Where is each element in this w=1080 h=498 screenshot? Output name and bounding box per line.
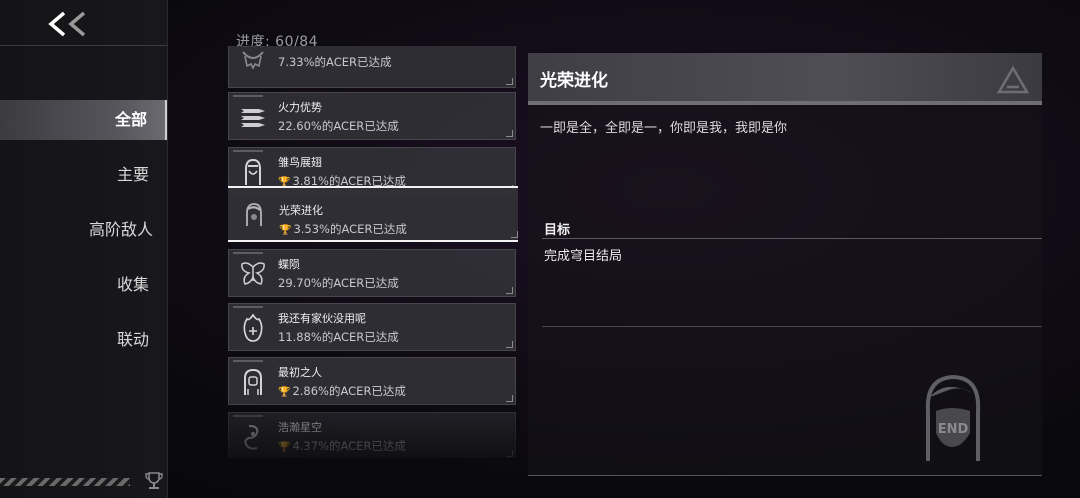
faded-emblem-icon [242,51,264,70]
category-collab-label: 联动 [116,330,149,349]
hazard-stripe-decoration [0,478,130,486]
card-corner [506,341,513,348]
achievement-percent: 7.33%的ACER已达成 [278,55,392,69]
achievement-name: 最初之人 [278,366,322,379]
card-corner [506,395,513,402]
achievement-name: 浩瀚星空 [278,421,322,434]
head-portrait-icon [246,203,262,226]
category-collection[interactable]: 收集 [0,265,167,305]
achievement-name: 光荣进化 [279,204,323,217]
small-trophy-icon: 🏆 [278,442,291,453]
achievement-name: 蝶陨 [278,258,300,271]
achievement-percent-text: 4.37%的ACER已达成 [292,439,406,453]
achievement-list[interactable]: 7.33%的ACER已达成 火力优势 22.60%的ACER已达成 雏鸟展翅 🏆… [228,46,518,458]
achievement-name: 雏鸟展翅 [278,156,322,169]
achievement-card[interactable]: 蝶陨 29.70%的ACER已达成 [228,249,516,297]
category-main[interactable]: 主要 [0,155,167,195]
missiles-icon [241,109,265,127]
card-corner [506,450,513,457]
detail-title: 光荣进化 [540,71,608,91]
long-hair-portrait-icon [244,368,262,395]
card-tag [233,360,263,362]
achievement-card[interactable]: 我还有家伙没用呢 11.88%的ACER已达成 [228,303,516,351]
head-portrait-large-icon: END [925,374,981,461]
card-tag [233,306,263,308]
detail-divider [542,326,1042,327]
detail-header: 光荣进化 [528,53,1042,103]
achievement-percent: 🏆 4.37%的ACER已达成 [278,438,406,454]
category-advanced-enemies-label: 高阶敌人 [88,220,153,239]
category-main-label: 主要 [116,165,149,184]
achievement-card[interactable]: 浩瀚星空 🏆 4.37%的ACER已达成 [228,412,516,458]
category-all-label: 全部 [114,110,147,129]
triangle-logo-icon [996,65,1030,94]
achievement-percent-text: 2.86%的ACER已达成 [292,384,406,398]
achievement-name: 火力优势 [278,101,322,114]
goal-divider [542,238,1042,239]
achievement-percent: 🏆 2.86%的ACER已达成 [278,383,406,399]
helmet-girl-icon [245,158,261,185]
achievement-name: 我还有家伙没用呢 [278,312,366,325]
card-tag [233,252,263,254]
sidebar-divider [0,45,167,46]
card-corner [506,78,513,85]
detail-header-bar [528,101,1042,105]
achievement-card[interactable]: 火力优势 22.60%的ACER已达成 [228,92,516,140]
achievement-percent: 🏆 3.53%的ACER已达成 [279,221,407,237]
achievement-percent: 11.88%的ACER已达成 [278,330,399,344]
category-sidebar: 全部 主要 高阶敌人 收集 联动 [0,0,168,498]
achievement-card-selected[interactable]: 光荣进化 🏆 3.53%的ACER已达成 [228,186,518,242]
double-chevron-left-icon [48,11,86,37]
achievement-percent: 29.70%的ACER已达成 [278,276,399,290]
small-trophy-icon: 🏆 [278,387,291,398]
butterfly-icon [241,262,265,285]
category-collab[interactable]: 联动 [0,320,167,360]
trophy-icon [145,472,163,489]
card-tag [233,415,263,417]
back-button[interactable] [44,6,94,42]
achievement-percent-text: 3.53%的ACER已达成 [293,222,407,236]
achievement-percent: 22.60%的ACER已达成 [278,119,399,133]
card-corner [506,287,513,294]
end-badge-text: END [938,422,969,437]
card-tag [233,95,263,97]
category-all[interactable]: 全部 [0,100,167,140]
burning-emblem-icon [243,313,263,342]
detail-description: 一即是全，全即是一，你即是我，我即是你 [540,121,788,136]
small-trophy-icon: 🏆 [279,225,292,236]
card-tag [233,150,263,152]
category-advanced-enemies[interactable]: 高阶敌人 [0,210,167,250]
achievement-card[interactable]: 最初之人 🏆 2.86%的ACER已达成 [228,357,516,405]
card-corner [511,231,518,238]
goal-label: 目标 [544,223,571,238]
achievement-card[interactable]: 7.33%的ACER已达成 [228,46,516,88]
card-corner [506,130,513,137]
category-collection-label: 收集 [116,275,149,294]
achievement-detail-panel: 光荣进化 一即是全，全即是一，你即是我，我即是你 目标 完成穹目结局 END [528,53,1042,476]
swirl-symbol-icon [244,425,259,450]
goal-text: 完成穹目结局 [544,249,623,264]
